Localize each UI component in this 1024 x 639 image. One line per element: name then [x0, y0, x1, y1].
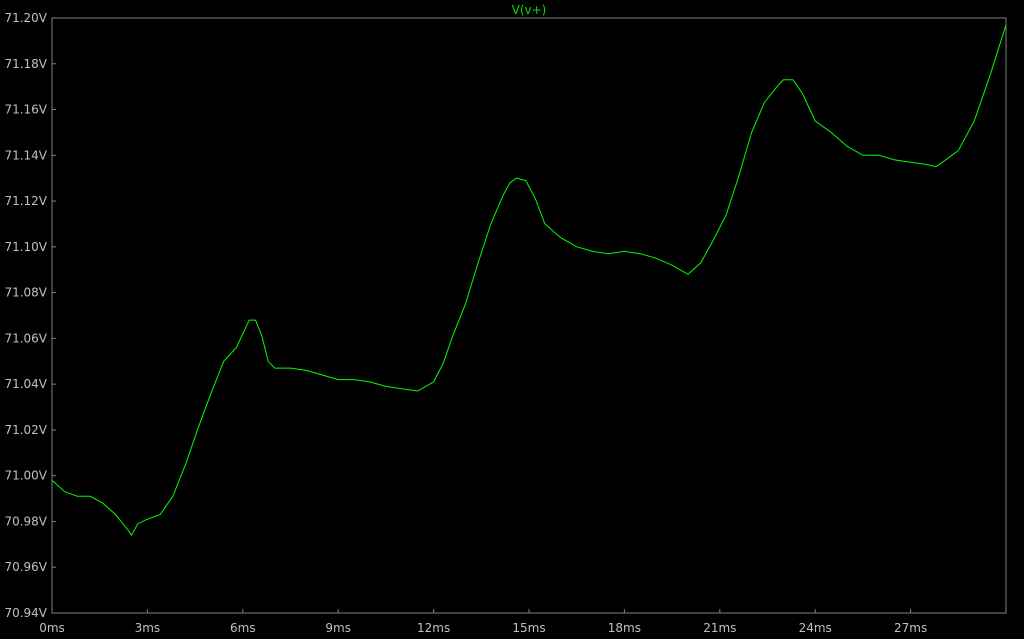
- x-tick-label: 27ms: [894, 621, 927, 634]
- y-tick-label: 71.16V: [4, 103, 47, 117]
- x-tick-label: 0ms: [39, 621, 65, 634]
- y-tick-label: 71.12V: [4, 194, 47, 208]
- x-tick-label: 21ms: [703, 621, 736, 634]
- y-tick-label: 71.20V: [4, 11, 47, 25]
- plot-frame: [51, 17, 1007, 614]
- waveform-plot: V(v+) 0ms 3ms 6ms 9ms 12ms 15ms 18ms 21ms 24ms 27…: [0, 0, 1024, 635]
- trace-label-v-plus[interactable]: V(v+): [512, 3, 547, 17]
- y-axis-ticks: 70.94V 70.96V 70.98V 71.00V 71.02V 71.04V 71.0…: [4, 11, 56, 620]
- x-tick-label: 12ms: [417, 621, 450, 634]
- x-tick-label: 3ms: [135, 621, 161, 634]
- y-tick-label: 71.00V: [4, 469, 47, 483]
- y-tick-label: 71.04V: [4, 377, 47, 391]
- x-tick-label: 15ms: [512, 621, 545, 634]
- trace-v-plus[interactable]: [51, 24, 1007, 537]
- y-tick-label: 71.14V: [4, 148, 47, 162]
- y-tick-label: 70.98V: [4, 514, 47, 528]
- y-tick-label: 70.96V: [4, 560, 47, 574]
- x-tick-label: 24ms: [799, 621, 832, 634]
- y-tick-label: 71.10V: [4, 240, 47, 254]
- y-tick-label: 71.08V: [4, 286, 47, 300]
- x-tick-label: 9ms: [325, 621, 351, 634]
- x-tick-label: 18ms: [608, 621, 641, 634]
- plot-svg: V(v+) 0ms 3ms 6ms 9ms 12ms 15ms 18ms 21ms 24ms 27…: [4, 3, 1007, 635]
- y-tick-label: 71.18V: [4, 57, 47, 71]
- y-tick-label: 71.02V: [4, 423, 47, 437]
- y-tick-label: 70.94V: [4, 606, 47, 620]
- y-tick-label: 71.06V: [4, 331, 47, 345]
- x-tick-label: 6ms: [230, 621, 256, 634]
